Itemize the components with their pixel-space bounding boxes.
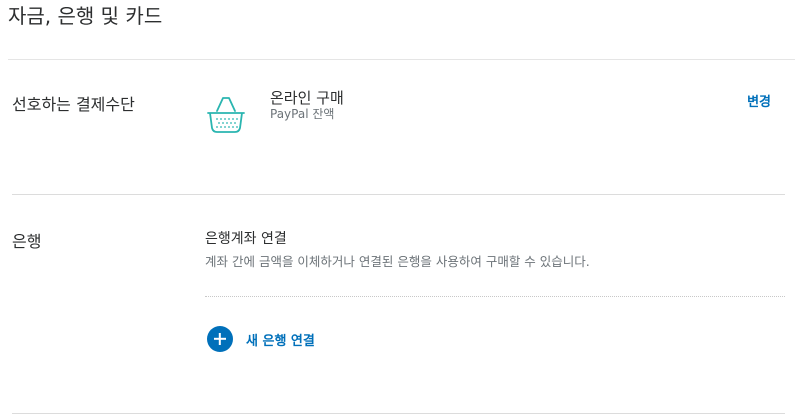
page-title: 자금, 은행 및 카드: [8, 4, 163, 28]
shopping-basket-icon: [207, 97, 245, 133]
plus-circle-icon[interactable]: [207, 326, 233, 352]
preferred-payment-label: 선호하는 결제수단: [12, 95, 135, 114]
header-divider: [8, 59, 795, 60]
payment-method-subtitle: PayPal 잔액: [270, 107, 335, 121]
section-divider: [12, 194, 785, 195]
change-payment-method-link[interactable]: 변경: [747, 94, 771, 112]
add-bank-label[interactable]: 새 은행 연결: [246, 330, 315, 349]
bottom-divider: [12, 413, 785, 414]
payment-method-title: 온라인 구매: [270, 89, 344, 107]
link-bank-description: 계좌 간에 금액을 이체하거나 연결된 은행을 사용하여 구매할 수 있습니다.: [205, 254, 590, 269]
dotted-divider: [205, 296, 785, 297]
add-bank-button[interactable]: 새 은행 연결: [207, 325, 315, 353]
link-bank-title: 은행계좌 연결: [205, 231, 287, 247]
banks-label: 은행: [12, 232, 42, 251]
